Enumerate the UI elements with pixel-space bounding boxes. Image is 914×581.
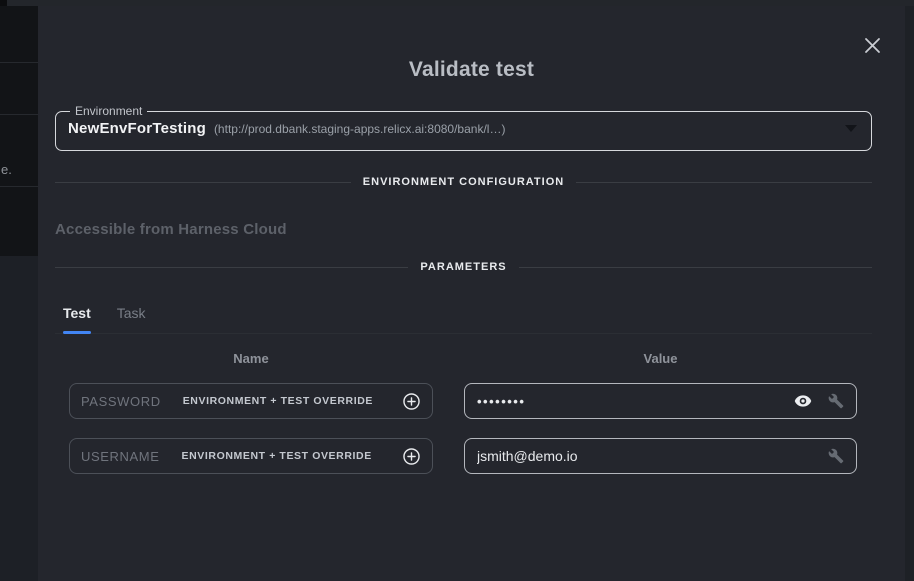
circle-plus-icon <box>402 447 421 466</box>
configure-value-button[interactable] <box>828 448 844 464</box>
table-headers: Name Value <box>69 351 857 366</box>
table-row: USERNAME ENVIRONMENT + TEST OVERRIDE <box>69 438 857 474</box>
tab-test[interactable]: Test <box>63 296 91 333</box>
param-name-box-password: PASSWORD ENVIRONMENT + TEST OVERRIDE <box>69 383 433 419</box>
tab-task[interactable]: Task <box>117 296 146 333</box>
sidebar-divider <box>0 114 38 115</box>
environment-select-value: NewEnvForTesting (http://prod.dbank.stag… <box>68 120 857 137</box>
add-override-button[interactable] <box>402 392 421 411</box>
page-right-edge <box>905 6 914 581</box>
column-header-value: Value <box>464 351 857 366</box>
sidebar-divider <box>0 62 38 63</box>
param-value-box-username <box>464 438 857 474</box>
add-override-button[interactable] <box>402 447 421 466</box>
override-badge: ENVIRONMENT + TEST OVERRIDE <box>183 395 373 407</box>
param-name: USERNAME <box>81 449 159 464</box>
section-label: PARAMETERS <box>420 261 506 273</box>
environment-select[interactable]: Environment NewEnvForTesting (http://pro… <box>55 104 872 151</box>
eye-icon <box>794 394 812 408</box>
wrench-icon <box>828 393 844 409</box>
table-row: PASSWORD ENVIRONMENT + TEST OVERRIDE <box>69 383 857 419</box>
override-badge: ENVIRONMENT + TEST OVERRIDE <box>181 450 371 462</box>
parameter-tabs: Test Task <box>55 296 872 334</box>
chevron-down-icon <box>845 125 857 132</box>
column-header-name: Name <box>69 351 433 366</box>
configure-value-button[interactable] <box>828 393 844 409</box>
password-value-input[interactable] <box>477 394 794 409</box>
environment-select-label: Environment <box>70 104 147 118</box>
validate-test-dialog: Validate test Environment NewEnvForTesti… <box>38 6 905 581</box>
environment-url: (http://prod.dbank.staging-apps.relicx.a… <box>214 122 506 136</box>
toggle-visibility-button[interactable] <box>794 394 812 408</box>
circle-plus-icon <box>402 392 421 411</box>
accessible-from-text: Accessible from Harness Cloud <box>55 221 872 238</box>
section-divider-parameters: PARAMETERS <box>55 261 872 273</box>
dialog-title: Validate test <box>38 58 905 82</box>
background-sidebar: e. <box>0 6 38 256</box>
close-icon <box>864 37 881 54</box>
param-name: PASSWORD <box>81 394 161 409</box>
param-value-box-password <box>464 383 857 419</box>
dialog-content: Environment NewEnvForTesting (http://pro… <box>55 104 872 474</box>
sidebar-text-fragment: e. <box>1 162 12 177</box>
sidebar-divider <box>0 186 38 187</box>
environment-name: NewEnvForTesting <box>68 120 206 137</box>
active-tab-underline <box>63 331 91 334</box>
background-sidebar-lower <box>0 256 38 581</box>
wrench-icon <box>828 448 844 464</box>
param-name-box-username: USERNAME ENVIRONMENT + TEST OVERRIDE <box>69 438 433 474</box>
section-label: ENVIRONMENT CONFIGURATION <box>363 176 564 188</box>
username-value-input[interactable] <box>477 448 828 464</box>
close-button[interactable] <box>859 32 885 58</box>
section-divider-environment-configuration: ENVIRONMENT CONFIGURATION <box>55 176 872 188</box>
